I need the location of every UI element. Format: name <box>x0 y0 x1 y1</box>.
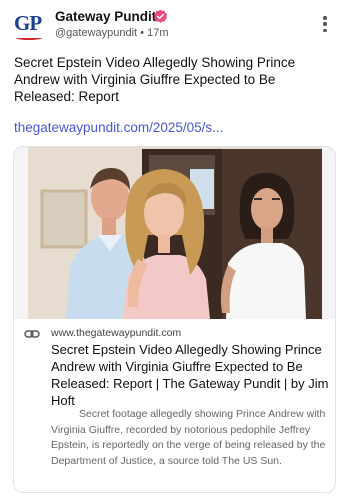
author-name[interactable]: Gateway Pundit <box>55 9 156 24</box>
card-photo <box>14 147 335 319</box>
card-description: Secret footage allegedly showing Prince … <box>51 408 326 467</box>
handle-line: @gatewaypundit • 17m <box>55 27 169 39</box>
avatar-logo-text: GP <box>14 11 42 35</box>
avatar-swoosh <box>16 36 42 40</box>
link-icon <box>24 330 40 338</box>
card-domain: www.thegatewaypundit.com <box>51 327 182 339</box>
link-preview-card[interactable]: www.thegatewaypundit.com Secret Epstein … <box>13 146 336 493</box>
post-header: GP Gateway Pundit @gatewaypundit • 17m <box>0 0 349 46</box>
card-title[interactable]: Secret Epstein Video Allegedly Showing P… <box>51 341 331 409</box>
post-text: Secret Epstein Video Allegedly Showing P… <box>14 55 296 104</box>
more-vertical-icon[interactable] <box>318 14 332 34</box>
post-time[interactable]: 17m <box>147 27 168 39</box>
post-link[interactable]: thegatewaypundit.com/2025/05/s... <box>14 120 223 135</box>
card-image[interactable] <box>14 147 335 319</box>
separator-dot: • <box>140 27 145 39</box>
author-handle[interactable]: @gatewaypundit <box>55 27 137 39</box>
verified-badge-icon <box>153 9 168 23</box>
avatar[interactable]: GP <box>14 11 46 41</box>
